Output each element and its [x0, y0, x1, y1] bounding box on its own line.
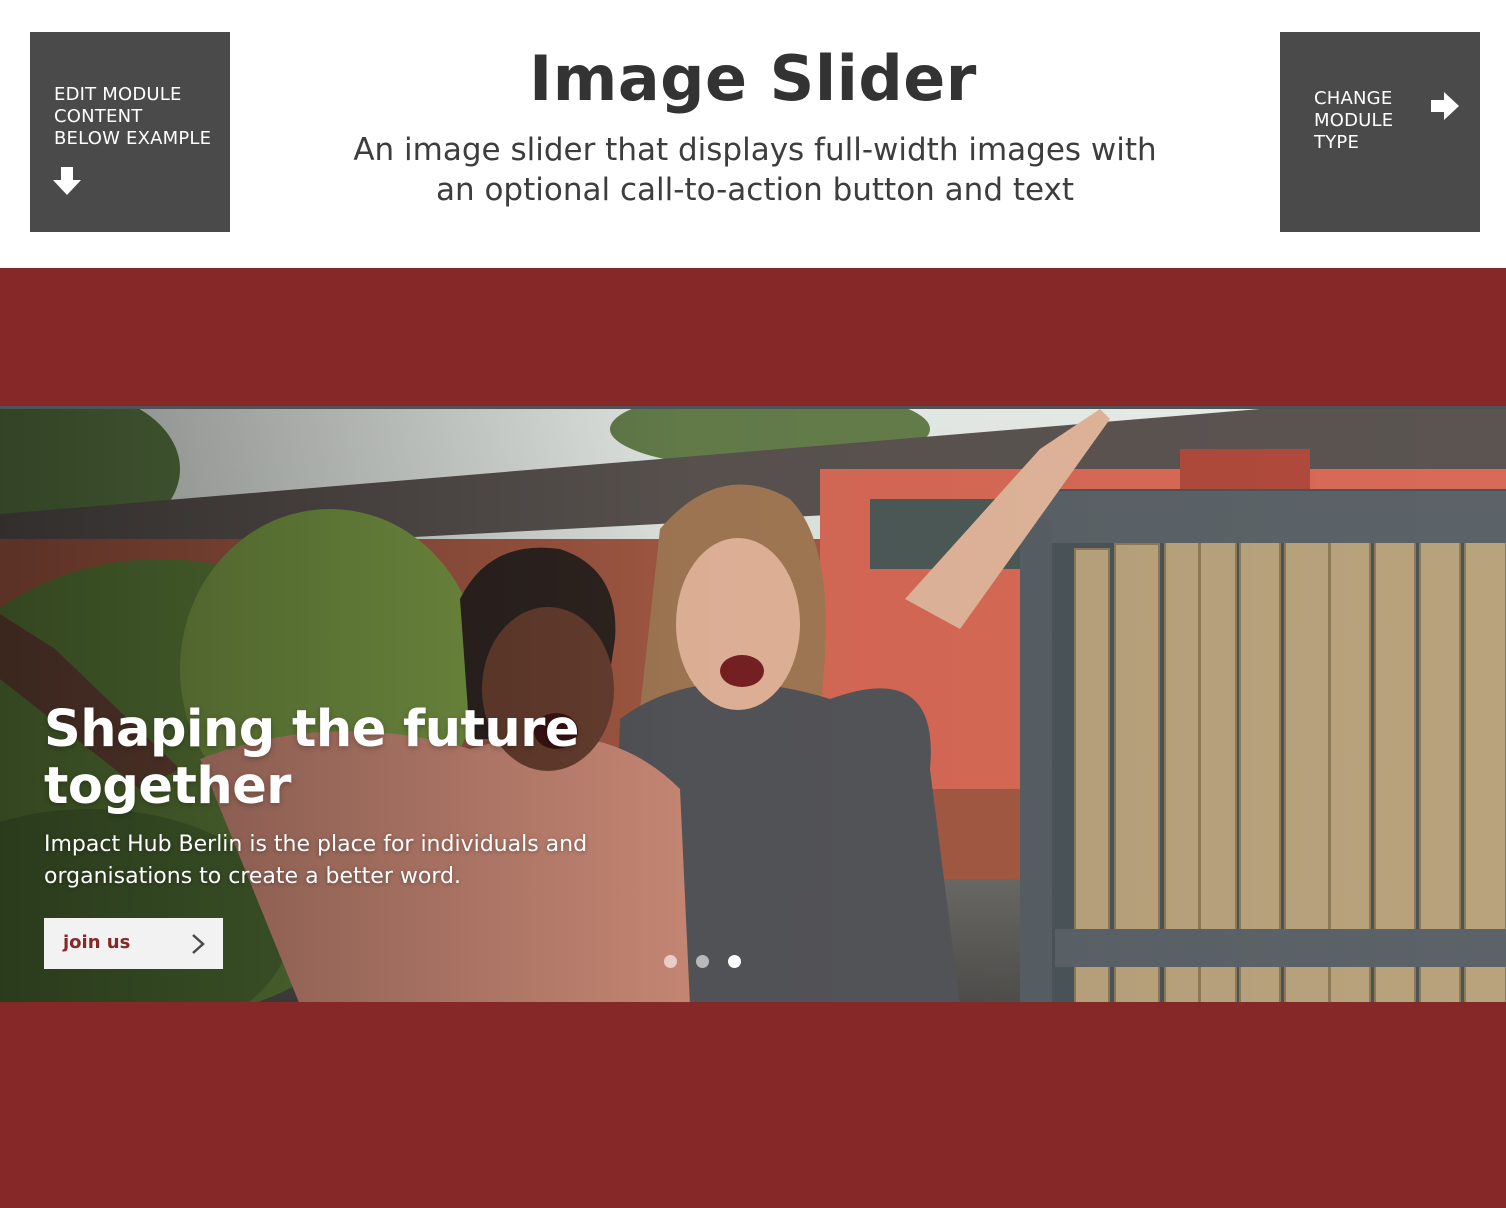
change-module-label: CHANGE MODULE TYPE	[1314, 88, 1394, 153]
join-us-label: join us	[63, 932, 131, 953]
slide-heading: Shaping the future together	[44, 700, 579, 816]
slide: Shaping the future together Impact Hub B…	[0, 406, 1506, 1002]
slide-text: Impact Hub Berlin is the place for indiv…	[44, 832, 588, 889]
module-header: EDIT MODULE CONTENT BELOW EXAMPLE Image …	[0, 0, 1506, 268]
image-slider: Shaping the future together Impact Hub B…	[0, 268, 1506, 1208]
arrow-right-icon	[1431, 92, 1459, 120]
page-subtitle: An image slider that displays full-width…	[353, 132, 1157, 208]
slider-dot-2[interactable]	[696, 955, 709, 968]
arrow-down-icon	[53, 167, 81, 195]
change-module-type-button[interactable]: CHANGE MODULE TYPE	[1280, 32, 1480, 232]
slider-dot-1[interactable]	[664, 955, 677, 968]
chevron-right-icon	[192, 934, 205, 954]
join-us-button[interactable]: join us	[44, 918, 223, 969]
slide-caption: Shaping the future together Impact Hub B…	[44, 701, 604, 893]
slider-dot-3[interactable]	[728, 955, 741, 968]
